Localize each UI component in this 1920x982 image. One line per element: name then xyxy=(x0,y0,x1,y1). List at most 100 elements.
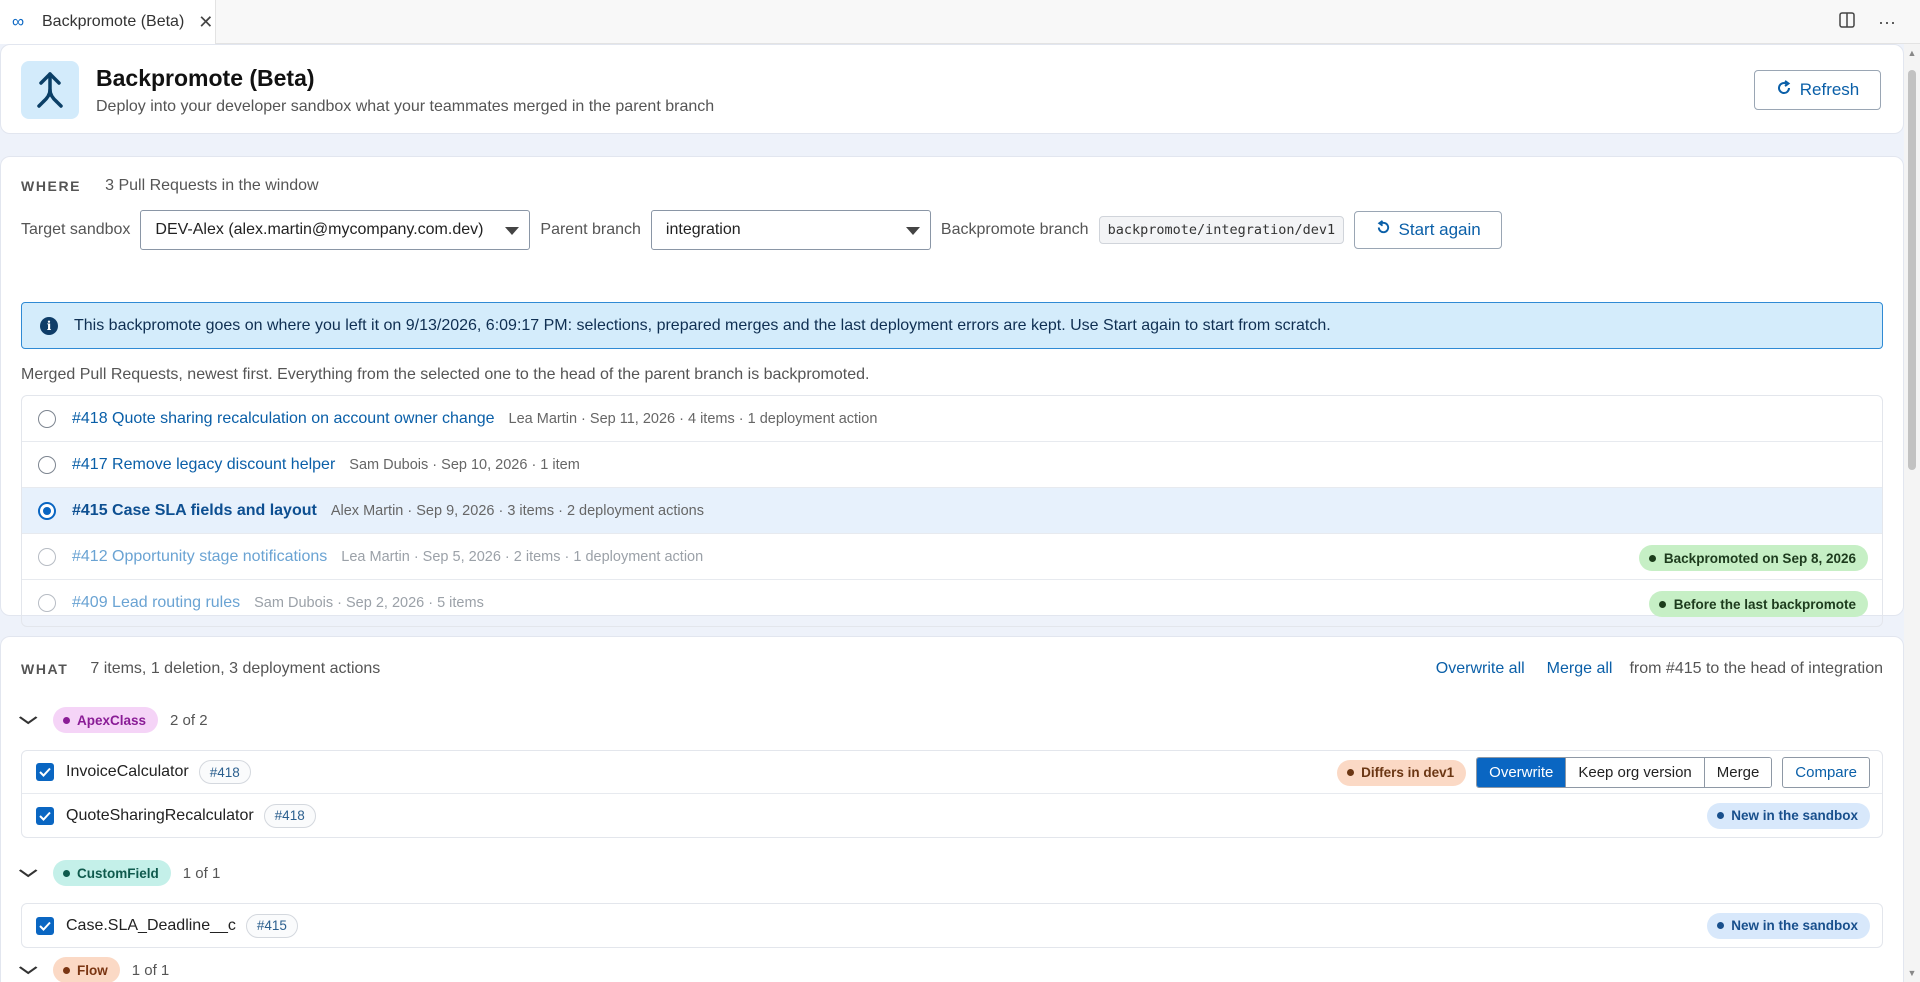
where-meta: 3 Pull Requests in the window xyxy=(105,177,319,194)
item-list-apexclass: InvoiceCalculator #418 Differs in dev1 O… xyxy=(21,750,1883,838)
parent-branch-label: Parent branch xyxy=(540,221,641,238)
keep-org-version-option[interactable]: Keep org version xyxy=(1566,758,1705,787)
pr-title[interactable]: #412 Opportunity stage notifications xyxy=(72,548,327,566)
close-icon[interactable]: ✕ xyxy=(198,12,213,33)
pr-radio[interactable] xyxy=(38,594,56,612)
chevron-down-icon xyxy=(505,227,520,235)
list-item: QuoteSharingRecalculator #418 New in the… xyxy=(22,794,1882,837)
chevron-down-icon xyxy=(905,227,920,235)
type-count: 1 of 1 xyxy=(182,864,221,882)
scroll-up-icon[interactable]: ▲ xyxy=(1904,48,1920,58)
target-sandbox-select[interactable]: DEV-Alex (alex.martin@mycompany.com.dev) xyxy=(140,210,531,250)
pr-meta: Sam Dubois · Sep 10, 2026 · 1 item xyxy=(349,456,580,473)
info-icon: i xyxy=(40,316,58,335)
item-checkbox[interactable] xyxy=(36,916,54,935)
parent-branch-select[interactable]: integration xyxy=(650,210,931,250)
overwrite-all-link[interactable]: Overwrite all xyxy=(1436,660,1525,678)
pr-chip: #418 xyxy=(263,803,316,828)
start-again-label: Start again xyxy=(1398,220,1481,239)
type-badge: Flow xyxy=(53,957,120,982)
refresh-label: Refresh xyxy=(1799,80,1860,99)
scroll-down-icon[interactable]: ▼ xyxy=(1904,968,1920,978)
merge-option[interactable]: Merge xyxy=(1704,758,1772,787)
page-title: Backpromote (Beta) xyxy=(96,65,315,91)
chevron-down-icon[interactable] xyxy=(17,865,45,881)
tab-backpromote[interactable]: ∞ Backpromote (Beta) ✕ xyxy=(0,0,216,44)
pr-radio[interactable] xyxy=(38,409,56,428)
type-badge: CustomField xyxy=(53,860,171,886)
check-icon xyxy=(39,811,51,821)
pr-title[interactable]: #415 Case SLA fields and layout xyxy=(72,502,317,520)
parent-branch-value: integration xyxy=(665,221,741,238)
split-editor-icon[interactable] xyxy=(1838,11,1856,34)
start-again-button[interactable]: Start again xyxy=(1354,211,1503,249)
chevron-down-icon[interactable] xyxy=(17,962,45,978)
pr-row-415[interactable]: #415 Case SLA fields and layout Alex Mar… xyxy=(22,488,1882,534)
list-item: InvoiceCalculator #418 Differs in dev1 O… xyxy=(22,751,1882,794)
pr-radio-selected[interactable] xyxy=(38,501,56,520)
chevron-down-icon[interactable] xyxy=(17,712,45,728)
info-banner: i This backpromote goes on where you lef… xyxy=(21,302,1883,349)
page-subtitle: Deploy into your developer sandbox what … xyxy=(96,98,715,115)
tab-title: Backpromote (Beta) xyxy=(42,13,185,30)
pr-title[interactable]: #418 Quote sharing recalculation on acco… xyxy=(72,410,495,428)
content-scroll-area: Backpromote (Beta) Deploy into your deve… xyxy=(0,44,1904,982)
pr-meta: Sam Dubois · Sep 2, 2026 · 5 items xyxy=(254,595,484,611)
type-count: 2 of 2 xyxy=(170,711,208,729)
pr-list-hint: Merged Pull Requests, newest first. Ever… xyxy=(21,366,870,383)
where-panel: WHERE 3 Pull Requests in the window Targ… xyxy=(0,156,1904,627)
item-checkbox[interactable] xyxy=(36,806,54,825)
more-icon[interactable]: ··· xyxy=(1878,12,1896,33)
check-icon xyxy=(39,921,51,931)
pr-list: #418 Quote sharing recalculation on acco… xyxy=(21,395,1883,627)
header-panel: Backpromote (Beta) Deploy into your deve… xyxy=(0,44,1904,134)
pr-radio[interactable] xyxy=(38,455,56,474)
group-header-apexclass[interactable]: ApexClass 2 of 2 xyxy=(18,707,208,733)
refresh-button[interactable]: Refresh xyxy=(1754,70,1881,110)
type-badge-label: ApexClass xyxy=(77,712,147,728)
type-badge: ApexClass xyxy=(53,707,159,733)
pr-chip: #418 xyxy=(198,760,251,784)
status-badge-label: Backpromoted on Sep 8, 2026 xyxy=(1663,550,1856,566)
pr-meta: Alex Martin · Sep 9, 2026 · 3 items · 2 … xyxy=(330,502,704,519)
pr-row-412[interactable]: #412 Opportunity stage notifications Lea… xyxy=(22,534,1882,580)
status-badge-label: Differs in dev1 xyxy=(1361,765,1455,780)
info-text: This backpromote goes on where you left … xyxy=(74,316,1331,334)
merge-all-link[interactable]: Merge all xyxy=(1547,660,1613,678)
status-badge-label: Before the last backpromote xyxy=(1673,596,1856,612)
pr-row-418[interactable]: #418 Quote sharing recalculation on acco… xyxy=(22,396,1882,442)
target-sandbox-label: Target sandbox xyxy=(21,221,131,238)
type-count: 1 of 1 xyxy=(131,961,170,979)
group-header-customfield[interactable]: CustomField 1 of 1 xyxy=(18,860,221,886)
type-badge-label: CustomField xyxy=(77,865,159,881)
range-text: from #415 to the head of integration xyxy=(1629,660,1883,677)
overwrite-option[interactable]: Overwrite xyxy=(1477,758,1567,787)
status-badge: Before the last backpromote xyxy=(1648,591,1868,617)
pr-meta: Lea Martin · Sep 5, 2026 · 2 items · 1 d… xyxy=(341,548,704,565)
backpromote-branch-value: backpromote/integration/dev1 xyxy=(1098,216,1345,244)
pr-chip: #415 xyxy=(245,913,298,938)
pr-title[interactable]: #409 Lead routing rules xyxy=(72,594,240,612)
item-checkbox[interactable] xyxy=(36,763,54,781)
item-name: InvoiceCalculator xyxy=(66,763,189,780)
group-header-flow[interactable]: Flow 1 of 1 xyxy=(18,957,170,982)
scrollbar-thumb[interactable] xyxy=(1908,70,1916,470)
status-badge-label: New in the sandbox xyxy=(1731,808,1858,823)
resolution-segmented-control: Overwrite Keep org version Merge xyxy=(1476,757,1773,788)
status-badge: Differs in dev1 xyxy=(1337,759,1467,786)
target-sandbox-value: DEV-Alex (alex.martin@mycompany.com.dev) xyxy=(155,221,484,238)
backpromote-branch-label: Backpromote branch xyxy=(940,221,1089,238)
what-meta: 7 items, 1 deletion, 3 deployment action… xyxy=(90,660,381,677)
status-badge: Backpromoted on Sep 8, 2026 xyxy=(1638,545,1868,571)
pr-meta: Lea Martin · Sep 11, 2026 · 4 items · 1 … xyxy=(508,410,878,427)
compare-button[interactable]: Compare xyxy=(1782,757,1870,788)
pr-row-409[interactable]: #409 Lead routing rules Sam Dubois · Sep… xyxy=(22,580,1882,626)
check-icon xyxy=(39,767,51,777)
pr-row-417[interactable]: #417 Remove legacy discount helper Sam D… xyxy=(22,442,1882,488)
status-badge: New in the sandbox xyxy=(1707,802,1870,829)
pr-radio[interactable] xyxy=(38,547,56,566)
pr-title[interactable]: #417 Remove legacy discount helper xyxy=(72,456,335,474)
item-name: QuoteSharingRecalculator xyxy=(66,806,254,824)
refresh-icon xyxy=(1376,220,1391,240)
vertical-scrollbar[interactable]: ▲ ▼ xyxy=(1904,44,1920,982)
